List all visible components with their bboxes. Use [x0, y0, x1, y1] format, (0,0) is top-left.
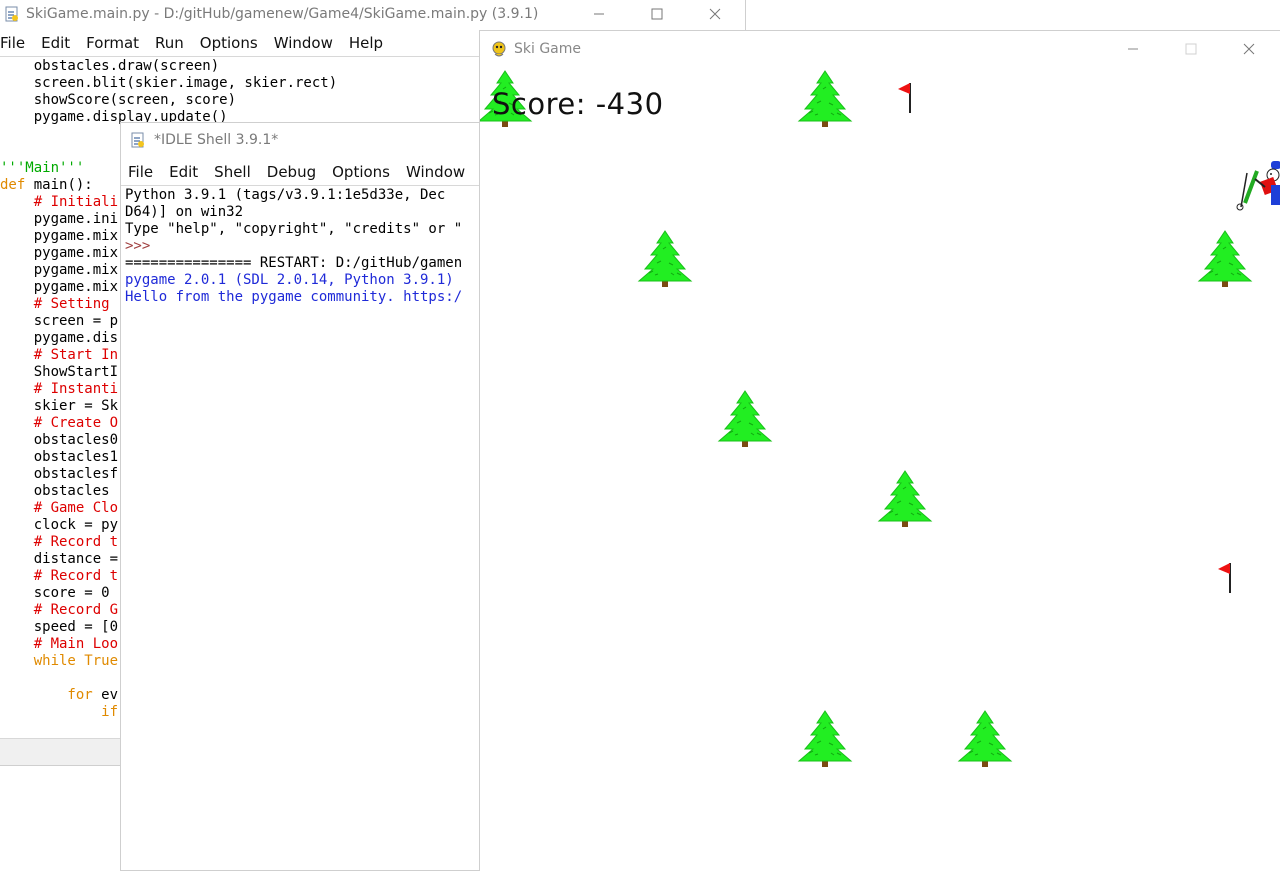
editor-code-token: obstaclesf	[0, 466, 119, 482]
shell-menu-options[interactable]: Options	[332, 163, 397, 181]
editor-code-token: pygame.ini	[0, 211, 119, 227]
skier-sprite	[1236, 161, 1280, 211]
editor-code-token: while	[0, 653, 76, 669]
shell-menu-shell[interactable]: Shell	[214, 163, 258, 181]
editor-code-token: # Game Clo	[0, 500, 119, 516]
editor-code-token: # Instanti	[0, 381, 119, 397]
editor-code-token: pygame.mix	[0, 228, 119, 244]
editor-code-token: # Record t	[0, 568, 119, 584]
shell-menu-window[interactable]: Window	[406, 163, 472, 181]
editor-code-token: # Record G	[0, 602, 119, 618]
ski-close-button[interactable]	[1220, 35, 1278, 63]
minimize-button[interactable]	[570, 0, 628, 28]
tree-obstacle	[1198, 230, 1252, 288]
ski-minimize-button[interactable]	[1104, 35, 1162, 63]
python-shell-icon	[130, 132, 146, 148]
editor-code-token: # Create O	[0, 415, 119, 431]
tree-obstacle	[798, 710, 852, 768]
editor-code-token: obstacles1	[0, 449, 119, 465]
editor-code-token: clock = py	[0, 517, 119, 533]
tree-obstacle	[958, 710, 1012, 768]
shell-code-token: Type "help", "copyright", "credits" or "	[125, 221, 463, 237]
editor-title: SkiGame.main.py - D:/gitHub/gamenew/Game…	[26, 6, 539, 22]
ski-maximize-button[interactable]	[1162, 35, 1220, 63]
shell-code-token: Hello from the pygame community. https:/	[125, 289, 463, 305]
shell-code-token: D64)] on win32	[125, 204, 244, 220]
ski-game-window: Ski Game Score: -430	[479, 30, 1280, 872]
python-file-icon	[4, 6, 20, 22]
editor-code-token: showScore(screen, score)	[0, 92, 237, 108]
shell-code-token: Python 3.9.1 (tags/v3.9.1:1e5d33e, Dec	[125, 187, 446, 203]
editor-code-token: def	[0, 177, 26, 193]
shell-menu-debug[interactable]: Debug	[267, 163, 323, 181]
tree-obstacle	[638, 230, 692, 288]
editor-code-token: skier = Sk	[0, 398, 119, 414]
pygame-snake-icon	[490, 40, 508, 58]
editor-code-token: screen.blit(skier.image, skier.rect)	[0, 75, 338, 91]
editor-code-token: '''Main'''	[0, 160, 85, 176]
editor-menu-help[interactable]: Help	[349, 34, 390, 52]
score-display: Score: -430	[492, 87, 664, 121]
maximize-button[interactable]	[628, 0, 686, 28]
tree-obstacle	[878, 470, 932, 528]
editor-code-token: ShowStartI	[0, 364, 119, 380]
editor-code-token: obstacles.draw(screen)	[0, 58, 220, 74]
ski-titlebar[interactable]: Ski Game	[480, 31, 1280, 67]
editor-menu-options[interactable]: Options	[200, 34, 265, 52]
editor-code-token: # Record t	[0, 534, 119, 550]
editor-menu-window[interactable]: Window	[274, 34, 340, 52]
shell-title: *IDLE Shell 3.9.1*	[154, 132, 279, 148]
editor-code-token: ev	[92, 687, 119, 703]
shell-code-token: =============== RESTART: D:/gitHub/gamen	[125, 255, 463, 271]
editor-code-token: pygame.mix	[0, 245, 119, 261]
shell-code-token: pygame 2.0.1 (SDL 2.0.14, Python 3.9.1)	[125, 272, 454, 288]
editor-menu-file[interactable]: File	[0, 34, 32, 52]
flag-pickup	[897, 82, 911, 114]
editor-code-token: obstacles	[0, 483, 119, 499]
editor-code-token: # Start In	[0, 347, 119, 363]
editor-code-token: pygame.mix	[0, 279, 119, 295]
editor-code-token: pygame.mix	[0, 262, 119, 278]
editor-menu-edit[interactable]: Edit	[41, 34, 77, 52]
editor-code-token: distance =	[0, 551, 119, 567]
shell-menu-edit[interactable]: Edit	[169, 163, 205, 181]
editor-code-token: True	[84, 653, 119, 669]
editor-code-token: main():	[25, 177, 93, 193]
close-button[interactable]	[686, 0, 744, 28]
ski-title: Ski Game	[514, 41, 582, 57]
game-canvas[interactable]: Score: -430	[480, 67, 1280, 872]
editor-code-token: for	[0, 687, 93, 703]
editor-code-token: # Main Loo	[0, 636, 119, 652]
editor-code-token: score = 0	[0, 585, 110, 601]
editor-code-token: # Setting	[0, 296, 110, 312]
editor-code-token: speed = [0	[0, 619, 119, 635]
flag-pickup	[1217, 562, 1231, 594]
editor-code-token: screen = p	[0, 313, 119, 329]
editor-code-token: obstacles0	[0, 432, 119, 448]
tree-obstacle	[798, 70, 852, 128]
editor-code-token: # Initiali	[0, 194, 119, 210]
shell-code-token: >>>	[125, 238, 151, 254]
tree-obstacle	[718, 390, 772, 448]
editor-menu-run[interactable]: Run	[155, 34, 191, 52]
editor-code-token: if	[0, 704, 119, 720]
editor-menu-format[interactable]: Format	[86, 34, 146, 52]
editor-titlebar[interactable]: SkiGame.main.py - D:/gitHub/gamenew/Game…	[0, 0, 745, 28]
editor-code-token: pygame.dis	[0, 330, 119, 346]
shell-menu-file[interactable]: File	[128, 163, 160, 181]
